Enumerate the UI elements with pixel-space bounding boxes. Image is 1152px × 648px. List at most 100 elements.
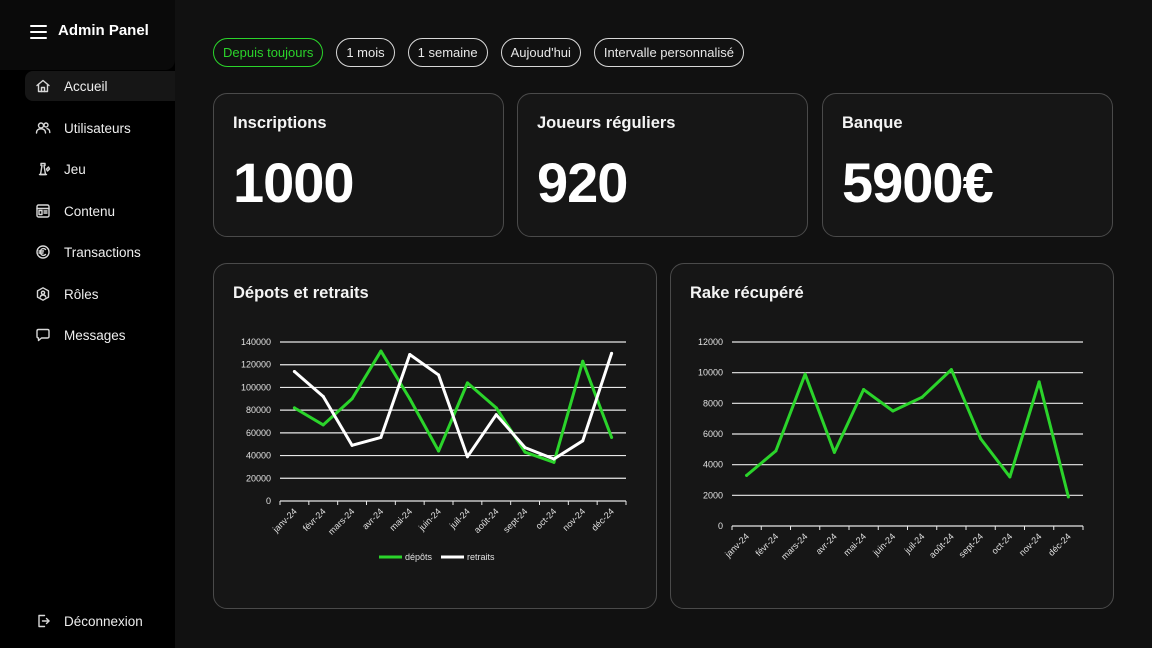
x-tick-label: févr-24	[301, 506, 328, 533]
content-icon	[35, 203, 51, 219]
data-point	[581, 359, 585, 363]
logout-icon	[35, 613, 51, 629]
chart-card-depots-retraits: Dépots et retraits 0 20000 40000 60000 80000…	[213, 263, 657, 609]
sidebar-item-label: Utilisateurs	[64, 120, 131, 136]
message-icon	[35, 327, 51, 343]
y-tick-label: 0	[718, 521, 723, 531]
data-point	[774, 449, 778, 453]
stat-value: 1000	[233, 151, 355, 214]
y-tick-label: 6000	[703, 429, 723, 439]
y-tick-label: 20000	[246, 473, 271, 483]
data-point	[803, 372, 807, 376]
data-point	[292, 406, 296, 410]
sidebar: Admin Panel Accueil Utilisateurs Jeu Con…	[0, 0, 175, 648]
x-tick-label: déc-24	[1046, 531, 1073, 558]
sidebar-item-contenu[interactable]: Contenu	[25, 196, 175, 226]
stat-value: 920	[537, 151, 628, 214]
y-tick-label: 80000	[246, 405, 271, 415]
data-point	[610, 351, 614, 355]
filter-all-time[interactable]: Depuis toujours	[213, 38, 324, 67]
y-tick-label: 0	[266, 496, 271, 506]
x-tick-label: oct-24	[990, 531, 1015, 556]
y-tick-label: 8000	[703, 398, 723, 408]
data-point	[832, 450, 836, 454]
stat-value: 5900€	[842, 151, 994, 214]
rake-chart: 0 2000 4000 6000 8000 10000 12000 janv-24 févr-2…	[698, 337, 1084, 562]
euro-icon	[35, 244, 51, 260]
home-icon	[35, 78, 51, 94]
sidebar-item-accueil[interactable]: Accueil	[25, 71, 175, 101]
data-point	[379, 435, 383, 439]
sidebar-item-utilisateurs[interactable]: Utilisateurs	[25, 113, 175, 143]
data-point	[523, 446, 527, 450]
sidebar-item-transactions[interactable]: Transactions	[25, 237, 175, 267]
data-point	[552, 457, 556, 461]
data-point	[350, 397, 354, 401]
game-icon	[35, 161, 51, 177]
data-point	[494, 413, 498, 417]
x-tick-label: mai-24	[388, 506, 415, 533]
y-tick-label: 12000	[698, 337, 723, 347]
y-tick-label: 60000	[246, 428, 271, 438]
data-point	[465, 381, 469, 385]
filter-today[interactable]: Aujoud'hui	[500, 38, 581, 67]
data-point	[745, 473, 749, 477]
sidebar-item-label: Messages	[64, 327, 126, 343]
x-tick-label: mars-24	[326, 506, 356, 536]
legend-label: dépôts	[405, 552, 433, 562]
stat-card-inscriptions: Inscriptions 1000	[213, 93, 504, 237]
filter-1-week[interactable]: 1 semaine	[407, 38, 488, 67]
sidebar-item-jeu[interactable]: Jeu	[25, 154, 175, 184]
x-tick-label: nov-24	[561, 506, 588, 533]
data-point	[552, 460, 556, 464]
x-tick-label: août-24	[472, 506, 501, 535]
stat-title: Inscriptions	[233, 114, 327, 132]
filter-custom-range[interactable]: Intervalle personnalisé	[593, 38, 744, 67]
y-tick-label: 4000	[703, 460, 723, 470]
series-line-0	[745, 368, 1070, 499]
data-point	[891, 409, 895, 413]
y-tick-label: 140000	[241, 337, 271, 347]
legend-label: retraits	[467, 552, 495, 562]
x-tick-label: mars-24	[779, 531, 809, 561]
x-tick-label: sept-24	[501, 506, 529, 534]
x-tick-label: juin-24	[416, 506, 443, 533]
sidebar-item-roles[interactable]: Rôles	[25, 279, 175, 309]
sidebar-header: Admin Panel	[0, 0, 175, 70]
sidebar-item-label: Transactions	[64, 244, 141, 260]
stat-title: Banque	[842, 114, 903, 132]
data-point	[949, 368, 953, 372]
chart-card-rake: Rake récupéré 0 2000 4000 6000 8000 10000 1200…	[670, 263, 1114, 609]
logout-button[interactable]: Déconnexion	[25, 606, 175, 636]
x-tick-label: avr-24	[814, 531, 839, 556]
data-point	[350, 443, 354, 447]
data-point	[1008, 475, 1012, 479]
x-tick-label: déc-24	[589, 506, 616, 533]
x-tick-label: févr-24	[753, 531, 780, 558]
x-tick-label: janv-24	[270, 506, 299, 535]
sidebar-item-label: Accueil	[64, 78, 108, 94]
data-point	[292, 370, 296, 374]
data-point	[979, 437, 983, 441]
stat-card-banque: Banque 5900€	[822, 93, 1113, 237]
sidebar-item-messages[interactable]: Messages	[25, 320, 175, 350]
sidebar-item-label: Rôles	[64, 286, 99, 302]
data-point	[321, 395, 325, 399]
roles-icon	[35, 286, 51, 302]
data-point	[379, 349, 383, 353]
sidebar-item-label: Contenu	[64, 203, 116, 219]
app-title: Admin Panel	[58, 22, 149, 39]
sidebar-item-label: Jeu	[64, 161, 86, 177]
data-point	[494, 406, 498, 410]
data-point	[437, 373, 441, 377]
data-point	[862, 388, 866, 392]
x-tick-label: août-24	[927, 531, 956, 560]
menu-icon[interactable]	[30, 25, 47, 39]
filter-1-month[interactable]: 1 mois	[336, 38, 395, 67]
data-point	[920, 395, 924, 399]
x-tick-label: oct-24	[534, 506, 559, 531]
stat-card-joueurs-reguliers: Joueurs réguliers 920	[517, 93, 808, 237]
data-point	[523, 450, 527, 454]
y-tick-label: 100000	[241, 382, 271, 392]
data-point	[465, 455, 469, 459]
